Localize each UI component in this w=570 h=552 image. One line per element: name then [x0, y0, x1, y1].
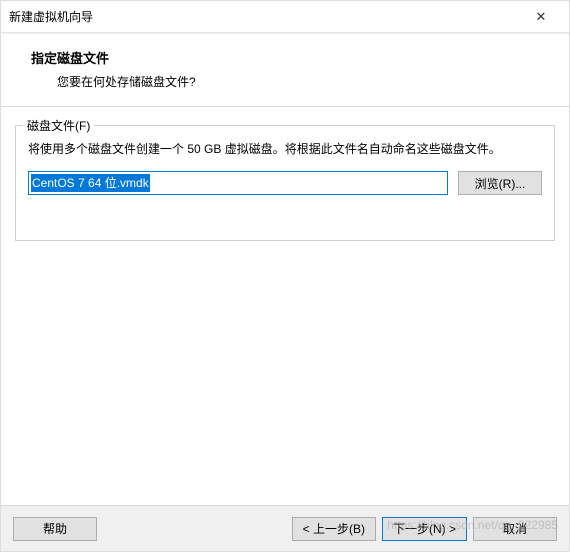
wizard-header: 指定磁盘文件 您要在何处存储磁盘文件? — [1, 33, 569, 107]
header-title: 指定磁盘文件 — [31, 48, 549, 67]
help-button[interactable]: 帮助 — [13, 517, 97, 541]
group-legend: 磁盘文件(F) — [23, 117, 94, 134]
disk-file-group: 磁盘文件(F) 将使用多个磁盘文件创建一个 50 GB 虚拟磁盘。将根据此文件名… — [15, 125, 555, 241]
close-icon: ✕ — [536, 9, 547, 25]
browse-button[interactable]: 浏览(R)... — [458, 171, 542, 195]
disk-file-input[interactable]: CentOS 7 64 位.vmdk — [28, 171, 448, 195]
window-title: 新建虚拟机向导 — [9, 8, 521, 25]
header-subtitle: 您要在何处存储磁盘文件? — [57, 73, 549, 90]
next-button[interactable]: 下一步(N) > — [382, 517, 467, 541]
close-button[interactable]: ✕ — [521, 3, 561, 31]
disk-file-value: CentOS 7 64 位.vmdk — [31, 174, 150, 192]
content-area: 磁盘文件(F) 将使用多个磁盘文件创建一个 50 GB 虚拟磁盘。将根据此文件名… — [1, 107, 569, 505]
wizard-footer: 帮助 < 上一步(B) 下一步(N) > 取消 — [1, 505, 569, 551]
cancel-button[interactable]: 取消 — [473, 517, 557, 541]
group-description: 将使用多个磁盘文件创建一个 50 GB 虚拟磁盘。将根据此文件名自动命名这些磁盘… — [28, 140, 542, 159]
back-button[interactable]: < 上一步(B) — [292, 517, 376, 541]
file-row: CentOS 7 64 位.vmdk 浏览(R)... — [28, 171, 542, 195]
wizard-window: 新建虚拟机向导 ✕ 指定磁盘文件 您要在何处存储磁盘文件? 磁盘文件(F) 将使… — [0, 0, 570, 552]
titlebar: 新建虚拟机向导 ✕ — [1, 1, 569, 33]
